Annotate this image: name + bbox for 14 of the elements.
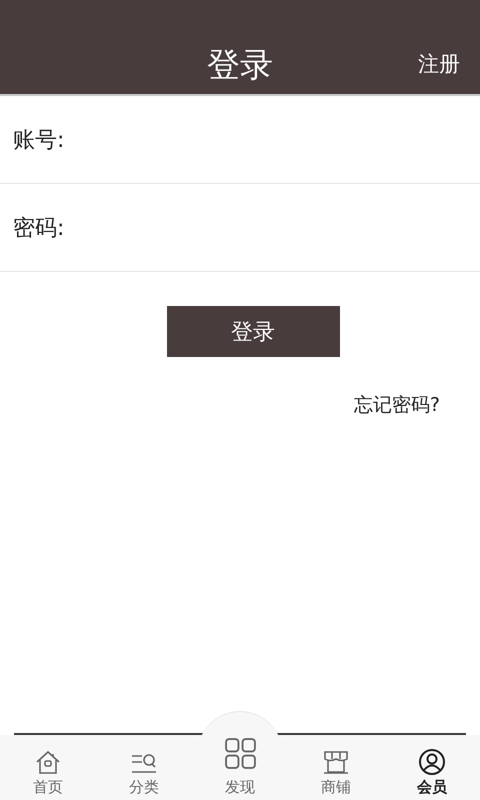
page-title: 登录 (207, 44, 273, 86)
field-label: 账号: (13, 126, 64, 154)
nav-tab[interactable]: 首页 (0, 735, 96, 800)
field-label: 密码: (13, 214, 64, 242)
nav-tab[interactable]: 商铺 (288, 735, 384, 800)
home-icon (34, 748, 62, 776)
nav-tab[interactable]: 分类 (96, 735, 192, 800)
forgot-password-link[interactable]: 忘记密码? (354, 392, 440, 418)
shop-icon (322, 748, 350, 776)
grid-icon (224, 737, 256, 770)
login-button[interactable]: 登录 (166, 306, 340, 357)
nav-tab[interactable]: 会员 (384, 735, 480, 800)
register-link[interactable]: 注册 (418, 50, 460, 78)
user-icon (418, 748, 446, 776)
